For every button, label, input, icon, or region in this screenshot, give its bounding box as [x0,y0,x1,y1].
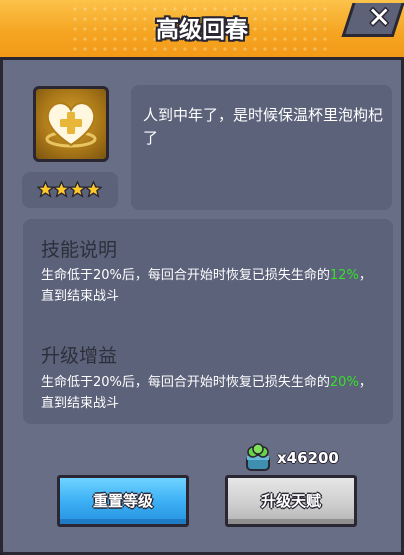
skill-info-text: 生命低于20%后，每回合开始时恢复已损失生命的12%，直到结束战斗 [41,265,381,307]
reset-level-button[interactable]: 重置等级 [57,475,189,527]
star-icon [37,181,54,198]
skill-icon-frame [33,86,109,162]
skill-info-text-pre: 生命低于20%后，每回合开始时恢复已损失生命的 [41,268,330,283]
star-icon [53,181,70,198]
dialog-title: 高级回春 [156,17,248,43]
star-icon [69,181,86,198]
upgrade-info-text-pre: 生命低于20%后，每回合开始时恢复已损失生命的 [41,375,330,390]
upgrade-info-text: 生命低于20%后，每回合开始时恢复已损失生命的20%，直到结束战斗 [41,372,381,414]
heart-plus-icon [45,102,97,148]
skill-description: 人到中年了，是时候保温杯里泡枸杞了 [143,106,384,147]
skill-info-value: 12% [329,268,359,283]
clover-jar-icon [246,443,270,471]
star-icon [85,181,102,198]
close-icon[interactable]: ✕ [368,1,391,35]
cost-amount: x46200 [277,449,339,467]
skill-rating [22,172,118,208]
skill-info-panel: 技能说明 生命低于20%后，每回合开始时恢复已损失生命的12%，直到结束战斗 升… [23,219,393,424]
upgrade-info-heading: 升级增益 [41,345,118,367]
upgrade-talent-button[interactable]: 升级天赋 [225,475,357,527]
skill-dialog: 高级回春 ✕ 人到中年了，是时候保温杯里泡枸杞了 技能说明 生命低于20%后，每… [0,0,404,555]
upgrade-info-value: 20% [329,375,359,390]
skill-description-panel: 人到中年了，是时候保温杯里泡枸杞了 [131,85,392,210]
skill-info-heading: 技能说明 [41,239,118,261]
